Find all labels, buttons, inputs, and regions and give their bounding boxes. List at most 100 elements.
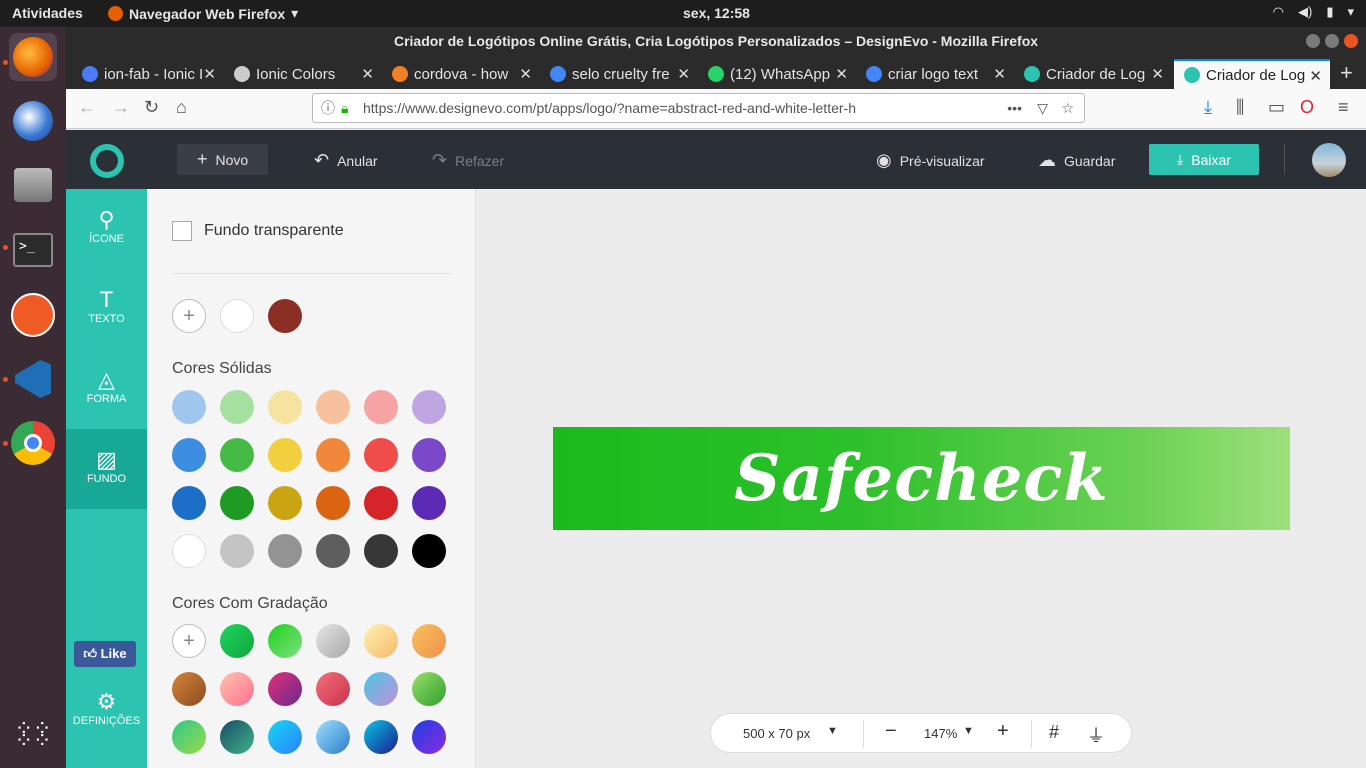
solid-color-swatch[interactable] — [316, 486, 350, 520]
opera-icon[interactable]: O — [1300, 97, 1314, 118]
forward-icon[interactable]: → — [112, 97, 130, 118]
downloads-icon[interactable]: ⤓ — [1204, 97, 1212, 118]
page-actions-icon[interactable]: ••• — [1007, 94, 1022, 122]
gradient-color-swatch[interactable] — [268, 720, 302, 754]
browser-tab[interactable]: Criador de Log ✕ — [1014, 59, 1172, 89]
gradient-color-swatch[interactable] — [172, 672, 206, 706]
gradient-color-swatch[interactable] — [220, 672, 254, 706]
pocket-icon[interactable]: ▽ — [1037, 94, 1048, 122]
nav-background-tab[interactable]: ▨ FUNDO — [66, 429, 147, 509]
solid-color-swatch[interactable] — [268, 534, 302, 568]
solid-color-swatch[interactable] — [268, 390, 302, 424]
chrome-dock-icon[interactable] — [9, 419, 57, 467]
gradient-color-swatch[interactable] — [316, 672, 350, 706]
solid-color-swatch[interactable] — [172, 390, 206, 424]
canvas-size[interactable]: 500 x 70 px — [743, 726, 810, 741]
browser-tab-active[interactable]: Criador de Log ✕ — [1174, 59, 1330, 89]
postman-dock-icon[interactable] — [9, 291, 57, 339]
solid-color-swatch[interactable] — [364, 438, 398, 472]
download-button[interactable]: ⤓ Baixar — [1149, 144, 1259, 175]
sidebar-icon[interactable]: ▭ — [1268, 97, 1285, 118]
zoom-in-icon[interactable]: + — [997, 720, 1009, 743]
redo-button[interactable]: ↷ Refazer — [432, 150, 504, 171]
browser-tab[interactable]: criar logo text ✕ — [856, 59, 1014, 89]
back-icon[interactable]: ← — [78, 97, 96, 118]
gradient-color-swatch[interactable] — [268, 624, 302, 658]
solid-color-swatch[interactable] — [364, 486, 398, 520]
recent-color-swatch[interactable] — [220, 299, 254, 333]
solid-color-swatch[interactable] — [412, 390, 446, 424]
clock[interactable]: sex, 12:58 — [683, 5, 750, 21]
grid-icon[interactable]: # — [1049, 722, 1059, 743]
browser-tab[interactable]: selo cruelty fre ✕ — [540, 59, 698, 89]
solid-color-swatch[interactable] — [364, 390, 398, 424]
browser-tab[interactable]: ion-fab - Ionic I ✕ — [72, 59, 224, 89]
save-button[interactable]: ☁ Guardar — [1038, 150, 1115, 171]
home-icon[interactable]: ⌂ — [176, 97, 187, 118]
transparent-checkbox[interactable] — [172, 221, 192, 241]
browser-tab[interactable]: cordova - how ✕ — [382, 59, 540, 89]
designevo-logo-icon[interactable] — [90, 144, 124, 178]
align-center-icon[interactable]: ⏚ — [1087, 722, 1105, 748]
solid-color-swatch[interactable] — [172, 438, 206, 472]
gradient-color-swatch[interactable] — [172, 720, 206, 754]
gradient-color-swatch[interactable] — [412, 672, 446, 706]
add-gradient-button[interactable]: + — [172, 624, 206, 658]
solid-color-swatch[interactable] — [268, 486, 302, 520]
close-tab-icon[interactable]: ✕ — [203, 65, 216, 83]
close-tab-icon[interactable]: ✕ — [519, 65, 532, 83]
browser-tab[interactable]: (12) WhatsApp ✕ — [698, 59, 856, 89]
library-icon[interactable]: ⫼ — [1236, 97, 1244, 118]
solid-color-swatch[interactable] — [220, 486, 254, 520]
close-tab-icon[interactable]: ✕ — [1309, 67, 1322, 85]
close-tab-icon[interactable]: ✕ — [677, 65, 690, 83]
chevron-down-icon[interactable]: ▼ — [963, 725, 974, 737]
system-tray[interactable]: ◠ ◀) ▮ ▾ — [1273, 4, 1354, 20]
close-tab-icon[interactable]: ✕ — [361, 65, 374, 83]
gradient-color-swatch[interactable] — [220, 720, 254, 754]
close-tab-icon[interactable]: ✕ — [993, 65, 1006, 83]
close-tab-icon[interactable]: ✕ — [835, 65, 848, 83]
solid-color-swatch[interactable] — [364, 534, 398, 568]
solid-color-swatch[interactable] — [172, 486, 206, 520]
recent-color-swatch[interactable] — [268, 299, 302, 333]
nav-shape-tab[interactable]: ◬ FORMA — [66, 349, 147, 429]
bookmark-star-icon[interactable]: ☆ — [1061, 94, 1074, 122]
browser-tab[interactable]: Ionic Colors ✕ — [224, 59, 382, 89]
menu-icon[interactable]: ≡ — [1338, 97, 1349, 118]
solid-color-swatch[interactable] — [316, 438, 350, 472]
nav-icon-tab[interactable]: ⚲ ÍCONE — [66, 189, 147, 269]
minimize-button[interactable] — [1306, 34, 1320, 48]
info-icon[interactable]: ⓘ — [321, 94, 335, 122]
gradient-color-swatch[interactable] — [412, 624, 446, 658]
files-dock-icon[interactable] — [9, 161, 57, 209]
gradient-color-swatch[interactable] — [364, 672, 398, 706]
preview-button[interactable]: ◉ Pré-visualizar — [876, 150, 985, 171]
activities-button[interactable]: Atividades — [12, 5, 83, 21]
solid-color-swatch[interactable] — [316, 534, 350, 568]
maximize-button[interactable] — [1325, 34, 1339, 48]
settings-tab[interactable]: ⚙ DEFINIÇÕES — [66, 679, 147, 739]
solid-color-swatch[interactable] — [220, 534, 254, 568]
thunderbird-dock-icon[interactable] — [9, 97, 57, 145]
solid-color-swatch[interactable] — [220, 438, 254, 472]
solid-color-swatch[interactable] — [412, 486, 446, 520]
gradient-color-swatch[interactable] — [364, 720, 398, 754]
facebook-like-button[interactable]: 👍︎ Like — [74, 641, 136, 667]
terminal-dock-icon[interactable]: >_ — [9, 226, 57, 274]
close-tab-icon[interactable]: ✕ — [1151, 65, 1164, 83]
solid-color-swatch[interactable] — [268, 438, 302, 472]
zoom-level[interactable]: 147% — [924, 726, 957, 741]
url-bar[interactable]: ⓘ 🔒︎ https://www.designevo.com/pt/apps/l… — [312, 93, 1085, 123]
new-button[interactable]: + Novo — [177, 144, 269, 175]
logo-text[interactable]: Safecheck — [734, 441, 1108, 516]
gradient-color-swatch[interactable] — [412, 720, 446, 754]
gradient-color-swatch[interactable] — [268, 672, 302, 706]
design-canvas[interactable]: Safecheck 500 x 70 px ▼ − 147% ▼ + # ⏚ — [476, 189, 1366, 768]
reload-icon[interactable]: ↻ — [144, 97, 159, 118]
solid-color-swatch[interactable] — [412, 438, 446, 472]
vscode-dock-icon[interactable] — [9, 355, 57, 403]
solid-color-swatch[interactable] — [172, 534, 206, 568]
solid-color-swatch[interactable] — [316, 390, 350, 424]
new-tab-icon[interactable]: + — [1340, 60, 1353, 86]
